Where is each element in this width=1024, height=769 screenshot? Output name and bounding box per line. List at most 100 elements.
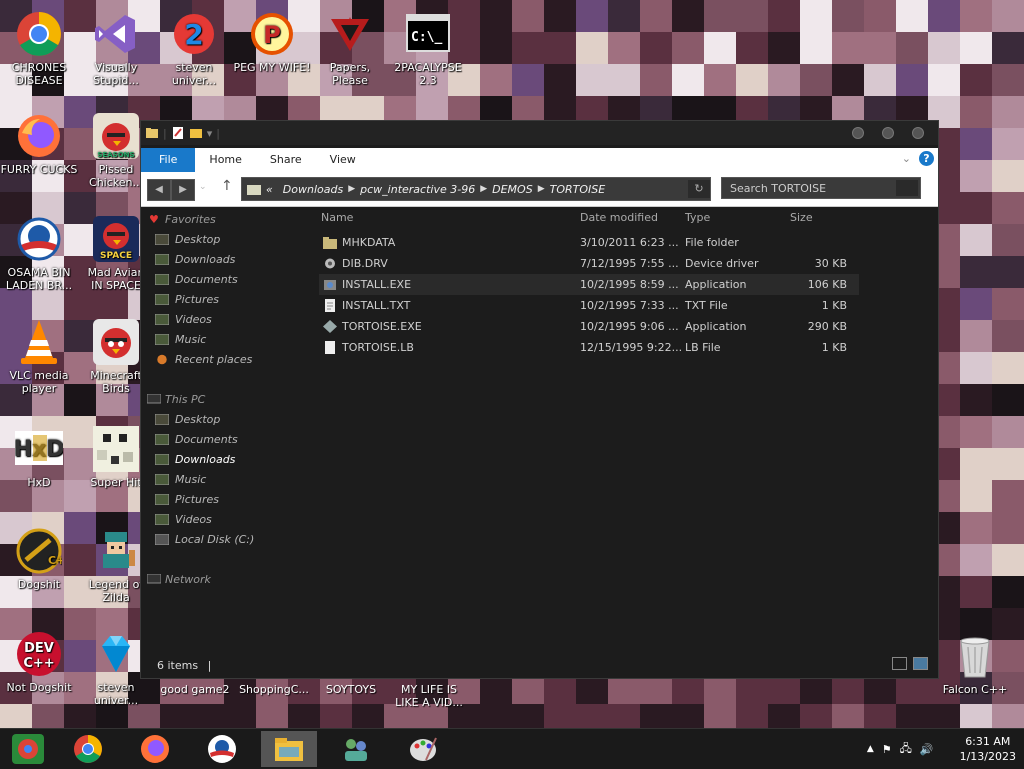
file-row[interactable]: TORTOISE.LB 12/15/1995 9:22... LB File 1…: [319, 337, 859, 358]
close-button[interactable]: [912, 127, 924, 139]
2pacalypse-shortcut[interactable]: C:\_ 2PACALYPSE 2.3: [389, 10, 467, 87]
steven-universe-shortcut-1[interactable]: 2 steven univer...: [155, 10, 233, 87]
desktop-label-my-life[interactable]: MY LIFE IS LIKE A VID...: [392, 683, 466, 709]
sidebar-item-fav-desktop[interactable]: Desktop: [155, 230, 220, 250]
up-button[interactable]: ↑: [221, 178, 233, 194]
column-header-date[interactable]: Date modified: [580, 208, 658, 228]
breadcrumb-separator-icon[interactable]: ▶: [480, 184, 487, 194]
action-center-flag-icon[interactable]: ⚑: [882, 743, 892, 756]
file-row[interactable]: TORTOISE.EXE 10/2/1995 9:06 ... Applicat…: [319, 316, 859, 337]
large-icons-view-icon[interactable]: [913, 657, 928, 670]
tab-file[interactable]: File: [141, 148, 196, 172]
obama-shortcut[interactable]: OSAMA BIN LADEN BR...: [0, 215, 78, 292]
shortcut-label: univer...: [171, 74, 217, 87]
sidebar-header-network[interactable]: Network: [147, 570, 211, 590]
address-overflow[interactable]: «: [261, 183, 278, 196]
taskbar-chrome[interactable]: [60, 731, 116, 767]
sidebar-item-fav-music[interactable]: Music: [155, 330, 206, 350]
chrome-icon: [74, 735, 102, 763]
sidebar-item-fav-downloads[interactable]: Downloads: [155, 250, 236, 270]
chrome-shortcut[interactable]: CHRONES DISEASE: [0, 10, 78, 87]
taskbar-obama[interactable]: [194, 731, 250, 767]
tab-view[interactable]: View: [316, 148, 370, 172]
breadcrumb-separator-icon[interactable]: ▶: [348, 184, 355, 194]
sidebar-item-fav-pictures[interactable]: Pictures: [155, 290, 220, 310]
sidebar-item-pc-documents[interactable]: Documents: [155, 430, 238, 450]
file-row[interactable]: DIB.DRV 7/12/1995 7:55 ... Device driver…: [319, 253, 859, 274]
help-icon[interactable]: ?: [919, 151, 934, 166]
taskbar-network-app[interactable]: [328, 731, 384, 767]
clock-date: 1/13/2023: [959, 750, 1016, 763]
breadcrumb-separator-icon[interactable]: ▶: [538, 184, 545, 194]
dogshit-shortcut[interactable]: C++ Dogshit: [0, 527, 78, 591]
breadcrumb-pcw[interactable]: pcw_interactive 3-96: [355, 183, 480, 196]
back-button[interactable]: ◀: [147, 179, 171, 201]
column-header-name[interactable]: Name: [321, 208, 353, 228]
sidebar-item-label: Downloads: [175, 253, 236, 266]
breadcrumb-downloads[interactable]: Downloads: [278, 183, 348, 196]
taskbar-paint[interactable]: [395, 731, 451, 767]
desktop-label-shopping[interactable]: ShoppingC...: [236, 683, 312, 696]
start-button[interactable]: [0, 731, 56, 767]
network-status-icon[interactable]: 🖧: [900, 740, 912, 759]
hxd-shortcut[interactable]: HxD HxD: [0, 425, 78, 489]
sidebar-item-label: Pictures: [175, 293, 220, 306]
volume-icon[interactable]: 🔊: [920, 743, 934, 756]
customize-toolbar-icon[interactable]: ▾: [207, 127, 213, 140]
firefox-shortcut[interactable]: FURRY CUCKS: [0, 112, 78, 176]
desktop-label-soytoys[interactable]: SOYTOYS: [314, 683, 388, 696]
search-icon[interactable]: [896, 180, 918, 196]
network-people-icon: [345, 739, 367, 761]
shortcut-label: 2.3: [419, 74, 437, 87]
title-bar[interactable]: | ▾ |: [141, 121, 938, 145]
breadcrumb-demos[interactable]: DEMOS: [487, 183, 538, 196]
properties-icon[interactable]: [171, 126, 185, 140]
sidebar-header-this-pc[interactable]: This PC: [147, 390, 205, 410]
tab-home[interactable]: Home: [195, 148, 255, 172]
vlc-shortcut[interactable]: VLC media player: [0, 318, 78, 395]
peg-shortcut[interactable]: P PEG MY WIFE!: [233, 10, 311, 74]
address-bar[interactable]: « Downloads ▶ pcw_interactive 3-96 ▶ DEM…: [241, 177, 711, 201]
sidebar-item-pc-local-disk[interactable]: Local Disk (C:): [155, 530, 254, 550]
sidebar-item-pc-videos[interactable]: Videos: [155, 510, 212, 530]
expand-ribbon-icon[interactable]: ⌄: [902, 152, 911, 165]
recycle-bin[interactable]: Falcon C++: [936, 632, 1014, 696]
devcpp-shortcut[interactable]: DEV C++ Not Dogshit: [0, 630, 78, 694]
new-folder-icon[interactable]: [189, 126, 203, 140]
column-header-type[interactable]: Type: [685, 208, 710, 228]
details-view-icon[interactable]: [892, 657, 907, 670]
devcpp-icon: DEV C++: [15, 630, 63, 678]
column-header-size[interactable]: Size: [790, 208, 813, 228]
file-row[interactable]: MHKDATA 3/10/2011 6:23 ... File folder: [319, 232, 859, 253]
recent-locations-icon[interactable]: ⌄: [199, 182, 207, 192]
sidebar-item-pc-downloads[interactable]: Downloads: [155, 450, 235, 470]
papers-please-shortcut[interactable]: Papers, Please: [311, 10, 389, 87]
sidebar-item-pc-desktop[interactable]: Desktop: [155, 410, 220, 430]
taskbar-firefox[interactable]: [127, 731, 183, 767]
tab-share[interactable]: Share: [256, 148, 316, 172]
refresh-icon[interactable]: ↻: [688, 180, 710, 198]
search-input[interactable]: Search TORTOISE: [721, 177, 921, 199]
clock[interactable]: 6:31 AM 1/13/2023: [960, 734, 1016, 764]
sidebar-item-fav-recent[interactable]: Recent places: [157, 350, 252, 370]
file-row[interactable]: INSTALL.TXT 10/2/1995 7:33 ... TXT File …: [319, 295, 859, 316]
sidebar-item-pc-pictures[interactable]: Pictures: [155, 490, 219, 510]
file-date: 10/2/1995 8:59 ...: [580, 278, 679, 291]
show-hidden-icons-icon[interactable]: ▲: [867, 744, 874, 754]
sidebar-item-fav-videos[interactable]: Videos: [155, 310, 212, 330]
angry-birds-seasons-icon: SEASONS: [92, 112, 140, 160]
steven-universe-icon: 2: [170, 10, 218, 58]
minimize-button[interactable]: [852, 127, 864, 139]
file-explorer-window[interactable]: | ▾ | File Home Share View ⌄ ? ◀ ▶ ⌄ ↑ «…: [140, 120, 939, 679]
sidebar-header-favorites[interactable]: ♥ Favorites: [149, 210, 216, 230]
sidebar-item-fav-documents[interactable]: Documents: [155, 270, 238, 290]
file-row[interactable]: INSTALL.EXE 10/2/1995 8:59 ... Applicati…: [319, 274, 859, 295]
maximize-button[interactable]: [882, 127, 894, 139]
visual-studio-shortcut[interactable]: Visually Stupid...: [77, 10, 155, 87]
desktop-label-good-game[interactable]: good game2: [160, 683, 230, 696]
breadcrumb-tortoise[interactable]: TORTOISE: [545, 183, 611, 196]
forward-button[interactable]: ▶: [171, 179, 195, 201]
sidebar-item-pc-music[interactable]: Music: [155, 470, 206, 490]
clock-time: 6:31 AM: [965, 735, 1011, 748]
taskbar-file-explorer[interactable]: [261, 731, 317, 767]
